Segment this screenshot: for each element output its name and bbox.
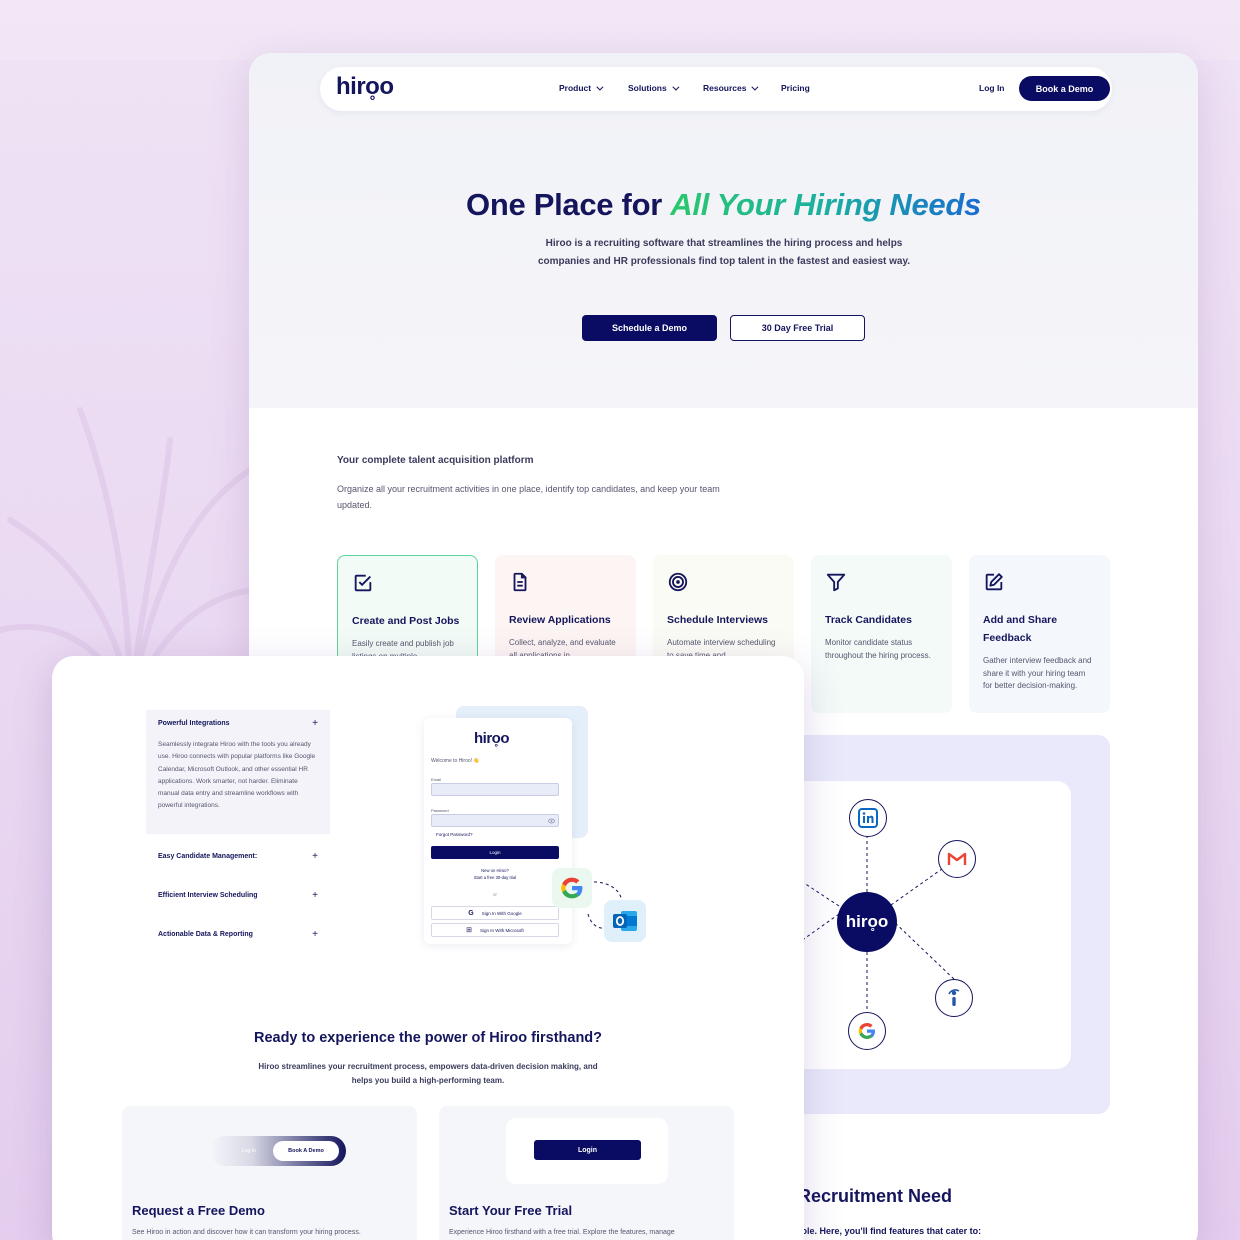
features-screenshot-card: Powerful Integrations + Seamlessly integ…: [52, 656, 804, 1240]
google-badge: [552, 868, 592, 908]
mockup-login-button[interactable]: Login: [431, 846, 559, 859]
document-icon: [513, 572, 527, 592]
google-icon: G: [468, 909, 474, 917]
cta-subtitle: Hiroo streamlines your recruitment proce…: [258, 1062, 598, 1085]
book-demo-button[interactable]: Book a Demo: [1019, 76, 1110, 101]
google-sso-label: Sign In With Google: [481, 910, 522, 916]
feature-description: Gather interview feedback and share it w…: [983, 656, 1092, 690]
linkedin-icon: [849, 799, 887, 837]
nav-pricing-label: Pricing: [781, 83, 810, 93]
hiroo-hub-logo: hiro̥o: [837, 892, 897, 952]
outlook-icon: [613, 911, 637, 931]
platform-title: Your complete talent acquisition platfor…: [337, 455, 534, 466]
mockup-email-field[interactable]: [431, 783, 559, 796]
accordion-title: Powerful Integrations: [158, 720, 230, 727]
nav-product-label: Product: [559, 83, 592, 93]
mockup-welcome: Welcome to Hiroo! 👋: [431, 758, 480, 764]
feature-title: Add and Share Feedback: [983, 614, 1058, 644]
edit-icon: [985, 573, 1003, 591]
accordion-title: Efficient Interview Scheduling: [158, 892, 258, 899]
demo-card-title: Request a Free Demo: [132, 1203, 265, 1218]
mockup-password-field[interactable]: [431, 814, 559, 827]
mockup-google-sso[interactable]: G Sign In With Google: [431, 906, 559, 920]
feature-description: Monitor candidate status throughout the …: [825, 638, 931, 660]
mockup-password-label: Password: [431, 808, 449, 813]
trial-option-card[interactable]: Login Start Your Free Trial Experience H…: [439, 1106, 734, 1240]
filter-icon: [826, 573, 846, 592]
navbar: hiro̥o Product Solutions Resources Prici…: [320, 67, 1112, 111]
feature-title: Schedule Interviews: [667, 614, 768, 626]
microsoft-sso-label: Sign In With Microsoft: [480, 927, 524, 933]
google-icon: [561, 877, 583, 899]
mockup-or: or: [493, 892, 497, 897]
plus-icon[interactable]: +: [312, 891, 318, 901]
accordion-body: Seamlessly integrate Hiroo with the tool…: [158, 741, 316, 810]
feature-title: Track Candidates: [825, 614, 912, 626]
nav-resources[interactable]: Resources: [703, 83, 759, 93]
plus-icon[interactable]: +: [312, 930, 318, 940]
recruitment-title: Recruitment Need: [798, 1186, 953, 1206]
microsoft-icon: ⊞: [466, 927, 473, 934]
accordion-item-data-reporting[interactable]: Actionable Data & Reporting +: [146, 930, 330, 940]
google-icon: [848, 1012, 886, 1050]
plus-icon[interactable]: +: [312, 719, 318, 729]
hero-subtitle: Hiroo is a recruiting software that stre…: [537, 238, 911, 267]
pill-login-link[interactable]: Log In: [242, 1148, 256, 1154]
nav-solutions[interactable]: Solutions: [628, 83, 680, 93]
platform-description: Organize all your recruitment activities…: [337, 484, 720, 510]
background-band: [0, 0, 1240, 60]
mockup-start-trial-link[interactable]: Start a free 30-day trial: [431, 875, 559, 880]
gmail-icon: [938, 840, 976, 878]
outlook-badge: [604, 900, 646, 942]
nav-resources-label: Resources: [703, 83, 747, 93]
nav-solutions-label: Solutions: [628, 83, 667, 93]
nav-product[interactable]: Product: [559, 83, 604, 93]
recruitment-subtitle: role. Here, you'll find features that ca…: [798, 1226, 982, 1236]
cta-title: Ready to experience the power of Hiroo f…: [253, 1030, 603, 1046]
accordion-header[interactable]: Easy Candidate Management: +: [158, 852, 318, 862]
pill-book-demo-button[interactable]: Book A Demo: [273, 1141, 339, 1161]
trial-card-title: Start Your Free Trial: [449, 1203, 573, 1218]
integration-connectors: [800, 826, 957, 1016]
indeed-icon: [935, 979, 973, 1017]
hero-title-highlight: All Your Hiring Needs: [670, 187, 981, 222]
trial-login-button[interactable]: Login: [534, 1140, 641, 1160]
checkbox-icon: [354, 574, 372, 592]
accordion-header[interactable]: Actionable Data & Reporting +: [158, 930, 318, 940]
chevron-down-icon: [751, 83, 759, 91]
feature-title: Create and Post Jobs: [352, 615, 460, 627]
feature-card-feedback[interactable]: Add and Share Feedback Gather interview …: [969, 555, 1110, 713]
hero-title: One Place for All Your Hiring Needs: [249, 187, 1198, 223]
accordion-item-interview-scheduling[interactable]: Efficient Interview Scheduling +: [146, 891, 330, 901]
accordion-item-integrations[interactable]: Powerful Integrations + Seamlessly integ…: [146, 710, 330, 834]
accordion-header[interactable]: Efficient Interview Scheduling +: [158, 891, 318, 901]
eye-icon[interactable]: [548, 818, 555, 824]
accordion-title: Easy Candidate Management:: [158, 853, 258, 860]
accordion-title: Actionable Data & Reporting: [158, 931, 253, 938]
plus-icon[interactable]: +: [312, 852, 318, 862]
free-trial-button[interactable]: 30 Day Free Trial: [730, 315, 865, 341]
feature-card-track-candidates[interactable]: Track Candidates Monitor candidate statu…: [811, 555, 952, 713]
chevron-down-icon: [672, 83, 680, 91]
chevron-down-icon: [596, 83, 604, 91]
mockup-logo: hiro̥o: [474, 730, 510, 747]
mockup-microsoft-sso[interactable]: ⊞ Sign In With Microsoft: [431, 923, 559, 937]
trial-preview-box: Login: [506, 1118, 668, 1184]
accordion-item-candidate-management[interactable]: Easy Candidate Management: +: [146, 852, 330, 862]
mockup-email-label: Email: [431, 777, 442, 782]
hero-title-prefix: One Place for: [466, 187, 671, 222]
demo-option-card[interactable]: Log In Book A Demo Request a Free Demo S…: [122, 1106, 417, 1240]
demo-card-description: See Hiroo in action and discover how it …: [132, 1229, 361, 1236]
feature-title: Review Applications: [509, 614, 611, 626]
nav-pricing[interactable]: Pricing: [781, 83, 810, 93]
plant-decoration: [0, 407, 260, 710]
mockup-new-on-hiroo: New on Hiroo?: [481, 868, 509, 873]
hiroo-logo[interactable]: hiro̥o: [336, 73, 394, 101]
target-icon: [668, 572, 688, 592]
trial-card-description: Experience Hiroo firsthand with a free t…: [449, 1229, 675, 1236]
mockup-forgot-password[interactable]: Forgot Password?: [436, 832, 473, 837]
login-link[interactable]: Log In: [979, 83, 1005, 93]
schedule-demo-button[interactable]: Schedule a Demo: [582, 315, 717, 341]
accordion-header[interactable]: Powerful Integrations +: [158, 719, 318, 729]
